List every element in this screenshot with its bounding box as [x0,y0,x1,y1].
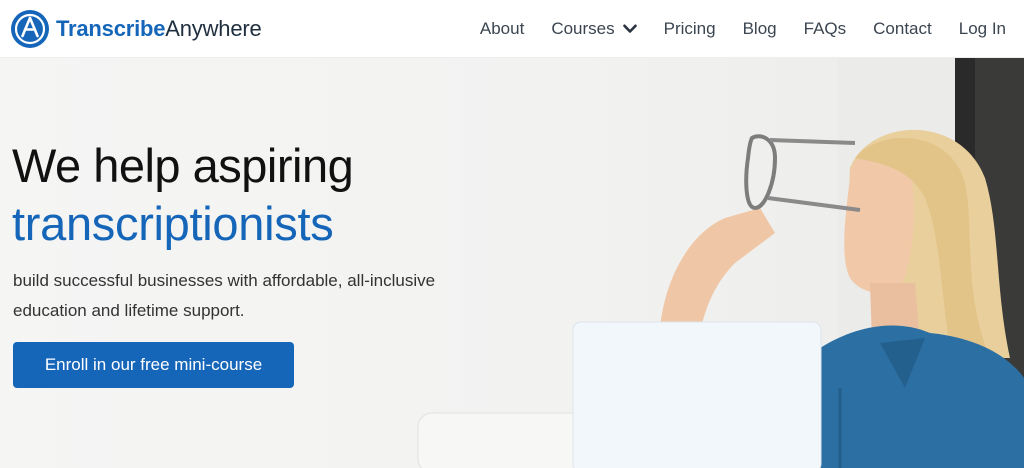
nav-link-pricing-label: Pricing [663,19,716,38]
nav-link-courses-label: Courses [551,19,615,38]
nav-link-faqs-label: FAQs [803,19,847,38]
hero-section: We help aspiring transcriptionists build… [0,58,1024,468]
nav-link-about[interactable]: About [480,19,524,39]
logo-wordmark-strong: Transcribe [56,15,166,41]
nav-link-contact[interactable]: Contact [873,19,932,39]
hero-headline-line1: We help aspiring [12,139,354,192]
nav-link-about-label: About [479,19,525,38]
nav-link-courses[interactable]: Courses [551,19,637,39]
nav-link-login-label: Log In [958,19,1006,38]
nav-link-faqs[interactable]: FAQs [804,19,847,39]
main-nav: About Courses Pricing Blog FAQs Contact … [480,0,1006,58]
hero-subtext: build successful businesses with afforda… [13,271,436,320]
nav-link-pricing[interactable]: Pricing [664,19,716,39]
nav-link-login[interactable]: Log In [959,19,1006,39]
hero-photo-woman-with-laptop [417,58,1024,468]
logo-wordmark: TranscribeAnywhere [56,16,262,42]
transcribe-anywhere-logo-icon [11,9,49,48]
enroll-mini-course-button[interactable]: Enroll in our free mini-course [13,342,294,388]
nav-link-blog[interactable]: Blog [743,19,777,39]
logo-wordmark-light: Anywhere [165,15,262,41]
nav-link-contact-label: Contact [873,19,932,38]
site-logo[interactable]: TranscribeAnywhere [10,9,262,49]
chevron-down-icon [622,24,637,33]
site-header: TranscribeAnywhere About Courses Pricing… [0,0,1024,58]
hero-headline-line2: transcriptionists [12,197,334,250]
nav-link-blog-label: Blog [742,19,777,38]
